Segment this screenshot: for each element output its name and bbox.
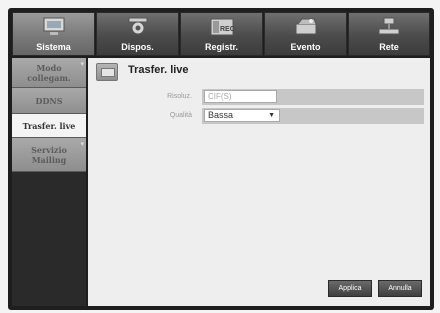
content-panel: Trasfer. live Risoluz. CIF(S) Qualità Ba… [88,58,430,306]
resolution-label: Risoluz. [167,93,192,100]
quality-label: Qualità [169,112,192,119]
tab-rete[interactable]: Rete [348,12,430,56]
tab-label: Registr. [204,42,238,52]
sidebar-item-label: Servizio Mailing [31,144,67,165]
sidebar-item-label: Modo collegam. [27,62,71,83]
svg-text:REC: REC [220,26,235,33]
page-title: Trasfer. live [128,64,189,76]
sidebar-item-label: Trasfer. live [22,120,76,131]
sidebar-item-modo-collegam[interactable]: ▾ Modo collegam. [12,58,86,88]
tab-registr[interactable]: REC Registr. [180,12,263,56]
camera-icon [128,17,147,35]
sidebar-item-servizio-mailing[interactable]: ▾ Servizio Mailing [12,138,86,172]
quality-value: Bassa [208,110,234,120]
top-tab-bar: Sistema Dispos. REC Registr. Evento Rete [12,12,430,56]
event-icon [295,18,316,35]
tab-label: Dispos. [121,42,154,52]
dropdown-arrow-icon: ▼ [268,112,275,119]
sidebar-item-trasfer-live[interactable]: Trasfer. live [12,114,86,138]
sidebar: ▾ Modo collegam. DDNS Trasfer. live ▾ Se… [12,58,86,306]
quality-select[interactable]: Bassa ▼ [204,109,280,122]
sidebar-item-ddns[interactable]: DDNS [12,88,86,114]
rec-icon: REC [210,18,235,36]
quality-row: Qualità Bassa ▼ [92,108,426,124]
sidebar-item-label: DDNS [35,95,63,106]
apply-button[interactable]: Applica [328,280,372,297]
corner-mark: ▾ [80,139,84,148]
corner-mark: ▾ [80,59,84,68]
resolution-row: Risoluz. CIF(S) [92,89,426,105]
tab-dispos[interactable]: Dispos. [96,12,179,56]
live-transfer-icon [96,63,118,81]
tab-label: Evento [290,42,321,52]
tab-evento[interactable]: Evento [264,12,347,56]
tab-label: Rete [379,42,399,52]
cancel-button[interactable]: Annulla [378,280,422,297]
tab-label: Sistema [36,42,71,52]
network-icon [378,17,400,35]
monitor-icon [43,17,64,35]
resolution-field[interactable]: CIF(S) [204,90,277,103]
tab-sistema[interactable]: Sistema [12,12,95,56]
